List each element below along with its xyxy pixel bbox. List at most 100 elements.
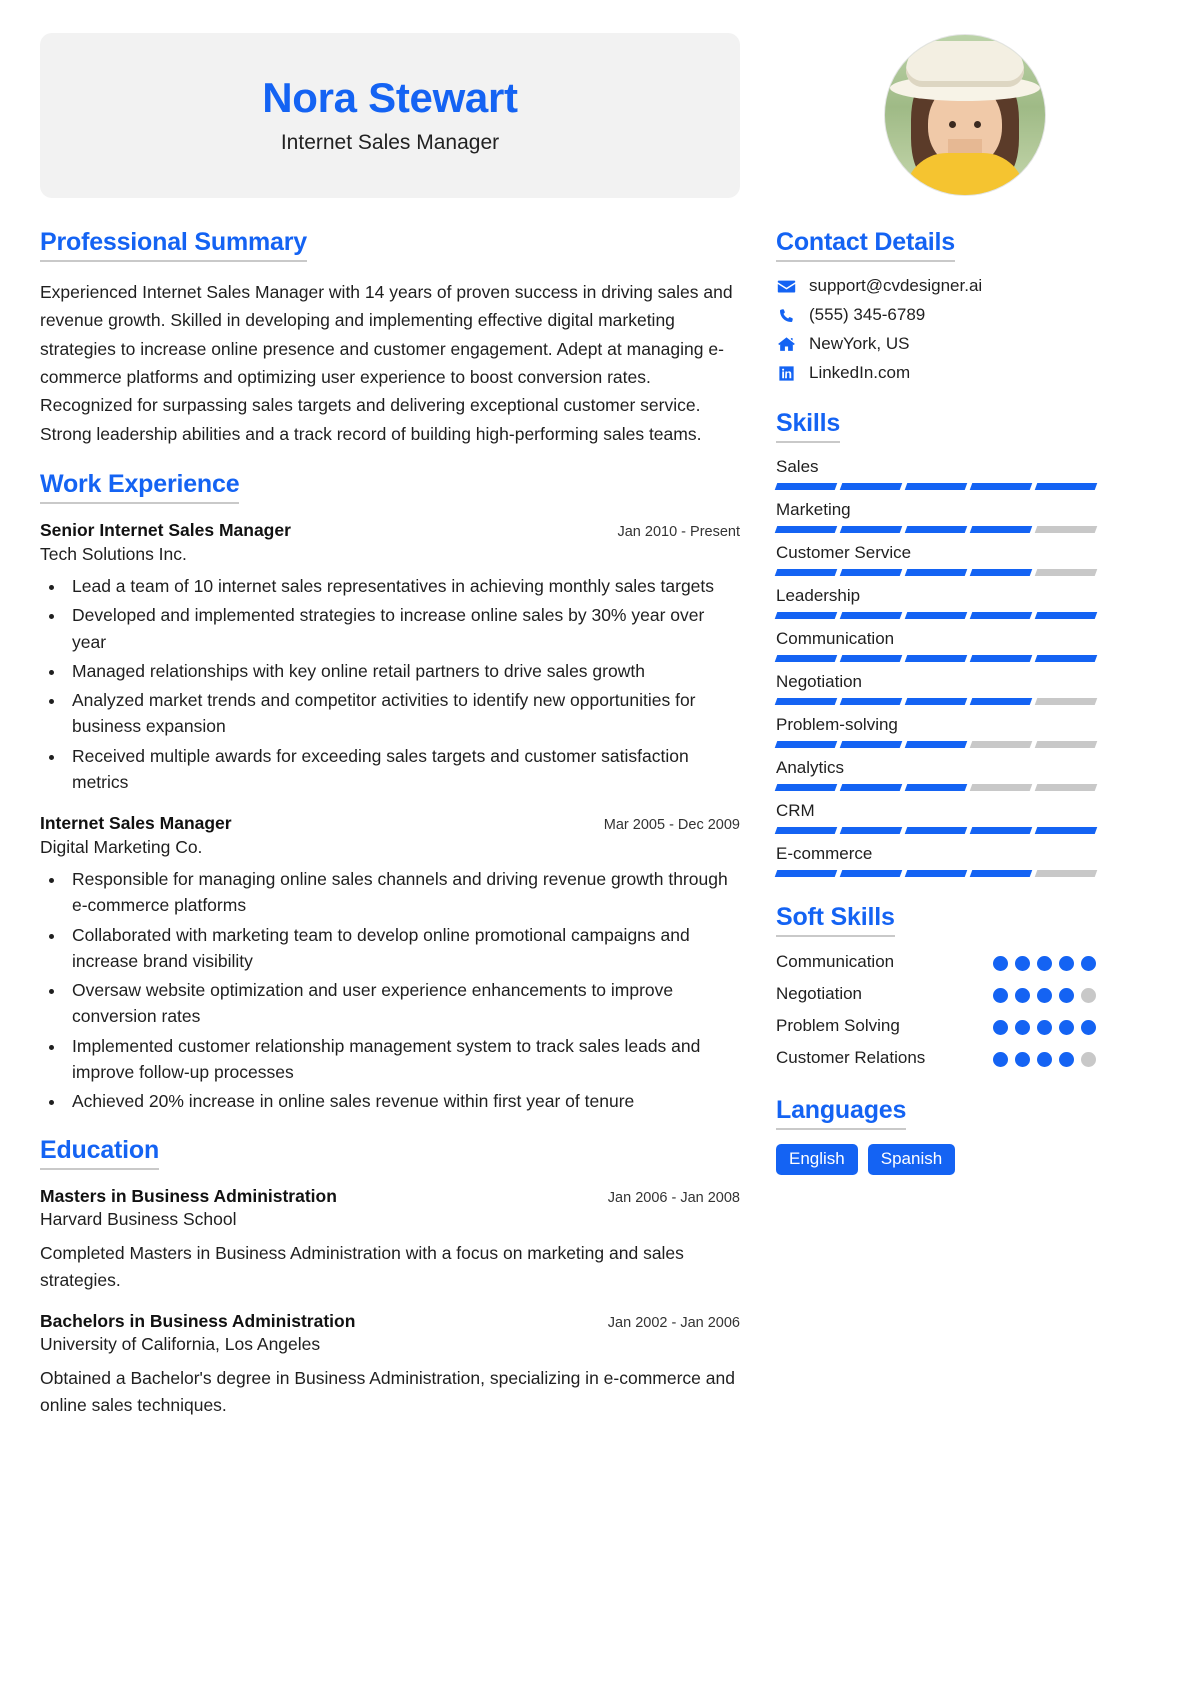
skill-segment: [774, 655, 838, 662]
skill-level-bar: [774, 698, 1098, 705]
rating-dot: [1059, 956, 1074, 971]
rating-dot: [1081, 987, 1096, 1003]
skill-segment: [1034, 827, 1098, 834]
education-date: Jan 2006 - Jan 2008: [607, 1190, 740, 1207]
main-column: Professional Summary Experienced Interne…: [40, 228, 740, 1684]
contact-item-linkedin[interactable]: LinkedIn.com: [776, 363, 1096, 383]
skill-segment: [774, 784, 838, 791]
skill-row: Negotiation: [774, 672, 1098, 705]
contact-item-phone[interactable]: (555) 345-6789: [776, 305, 1096, 325]
skill-segment: [904, 483, 968, 490]
skill-segment: [969, 569, 1033, 576]
soft-skill-row: Customer Relations: [776, 1047, 1096, 1070]
name-banner: Nora Stewart Internet Sales Manager: [40, 32, 740, 198]
job-entry: Senior Internet Sales Manager Jan 2010 -…: [40, 520, 740, 795]
skill-row: Communication: [774, 629, 1098, 662]
education-degree: Masters in Business Administration: [40, 1186, 337, 1207]
education-entry: Masters in Business Administration Jan 2…: [40, 1186, 740, 1294]
rating-dot: [1081, 956, 1096, 971]
soft-skill-rating: [993, 1047, 1096, 1067]
rating-dot: [1037, 1051, 1052, 1067]
rating-dot: [1015, 1019, 1030, 1035]
skill-segment: [839, 870, 903, 877]
skill-segment: [904, 569, 968, 576]
skill-name: Sales: [776, 457, 819, 476]
skill-level-bar: [774, 827, 1098, 834]
skill-segment: [774, 698, 838, 705]
phone-icon: [776, 305, 796, 325]
skill-row: Customer Service: [774, 543, 1098, 576]
skill-segment: [774, 827, 838, 834]
skill-name: E-commerce: [776, 844, 873, 863]
languages-section: Languages English Spanish: [776, 1096, 1096, 1176]
job-entry: Internet Sales Manager Mar 2005 - Dec 20…: [40, 813, 740, 1114]
avatar: [885, 35, 1045, 195]
skill-segment: [839, 655, 903, 662]
rating-dot: [1015, 956, 1030, 971]
skill-segment: [969, 526, 1033, 533]
sidebar-column: Contact Details support@cvdesigner.ai (5…: [774, 228, 1098, 1684]
skill-segment: [839, 569, 903, 576]
skill-segment: [904, 784, 968, 791]
skill-segment: [839, 784, 903, 791]
linkedin-icon: [776, 363, 796, 383]
skill-name: Marketing: [776, 500, 851, 519]
skill-segment: [969, 612, 1033, 619]
rating-dot: [1037, 987, 1052, 1003]
soft-skill-name: Negotiation: [776, 983, 863, 1003]
education-description: Completed Masters in Business Administra…: [40, 1243, 684, 1291]
skill-row: CRM: [774, 801, 1098, 834]
job-bullet: Collaborated with marketing team to deve…: [66, 922, 740, 975]
skill-name: Analytics: [776, 758, 845, 777]
skill-level-bar: [774, 612, 1098, 619]
skill-segment: [1034, 784, 1098, 791]
professional-summary-text: Experienced Internet Sales Manager with …: [40, 282, 733, 444]
skill-segment: [774, 526, 838, 533]
languages-list: English Spanish: [776, 1143, 1096, 1176]
skill-row: Sales: [774, 457, 1098, 490]
contact-details-heading: Contact Details: [776, 228, 955, 262]
skill-level-bar: [774, 784, 1098, 791]
soft-skill-name: Communication: [776, 952, 895, 971]
education-heading: Education: [40, 1136, 159, 1171]
education-school: University of California, Los Angeles: [40, 1333, 321, 1354]
home-icon: [776, 334, 796, 354]
skill-segment: [774, 741, 838, 748]
rating-dot: [1037, 956, 1052, 971]
language-chip[interactable]: Spanish: [867, 1143, 956, 1176]
work-experience-heading: Work Experience: [40, 470, 240, 505]
skill-segment: [969, 784, 1033, 791]
job-bullets: Responsible for managing online sales ch…: [66, 866, 740, 1114]
skill-segment: [1034, 483, 1098, 490]
skill-segment: [1034, 741, 1098, 748]
skill-segment: [774, 870, 838, 877]
skill-segment: [1034, 698, 1098, 705]
soft-skill-row: Communication: [776, 951, 1096, 974]
contact-value-location: NewYork, US: [809, 334, 910, 353]
skill-segment: [904, 526, 968, 533]
soft-skill-name: Problem Solving: [776, 1015, 900, 1035]
envelope-icon: [776, 276, 796, 296]
skill-level-bar: [774, 526, 1098, 533]
job-bullets: Lead a team of 10 internet sales represe…: [66, 573, 740, 795]
job-role: Internet Sales Manager: [40, 813, 232, 834]
rating-dot: [1015, 987, 1030, 1003]
contact-item-email[interactable]: support@cvdesigner.ai: [776, 276, 1096, 296]
education-date: Jan 2002 - Jan 2006: [607, 1314, 740, 1331]
language-chip[interactable]: English: [776, 1143, 858, 1176]
skill-segment: [774, 569, 838, 576]
resume-header: Nora Stewart Internet Sales Manager: [40, 30, 1160, 200]
rating-dot: [1059, 1019, 1074, 1035]
skill-name: Problem-solving: [776, 715, 898, 734]
work-experience-section: Work Experience Senior Internet Sales Ma…: [40, 470, 740, 1114]
skill-name: Communication: [776, 629, 895, 648]
contact-item-location[interactable]: NewYork, US: [776, 334, 1096, 354]
job-bullet: Implemented customer relationship manage…: [66, 1033, 740, 1086]
skill-segment: [904, 741, 968, 748]
skill-segment: [969, 827, 1033, 834]
skill-segment: [904, 870, 968, 877]
education-entry: Bachelors in Business Administration Jan…: [40, 1311, 740, 1419]
skills-section: Skills Sales Marketing Customer Service Lea…: [774, 409, 1098, 877]
rating-dot: [993, 956, 1008, 971]
professional-summary-heading: Professional Summary: [40, 228, 307, 262]
